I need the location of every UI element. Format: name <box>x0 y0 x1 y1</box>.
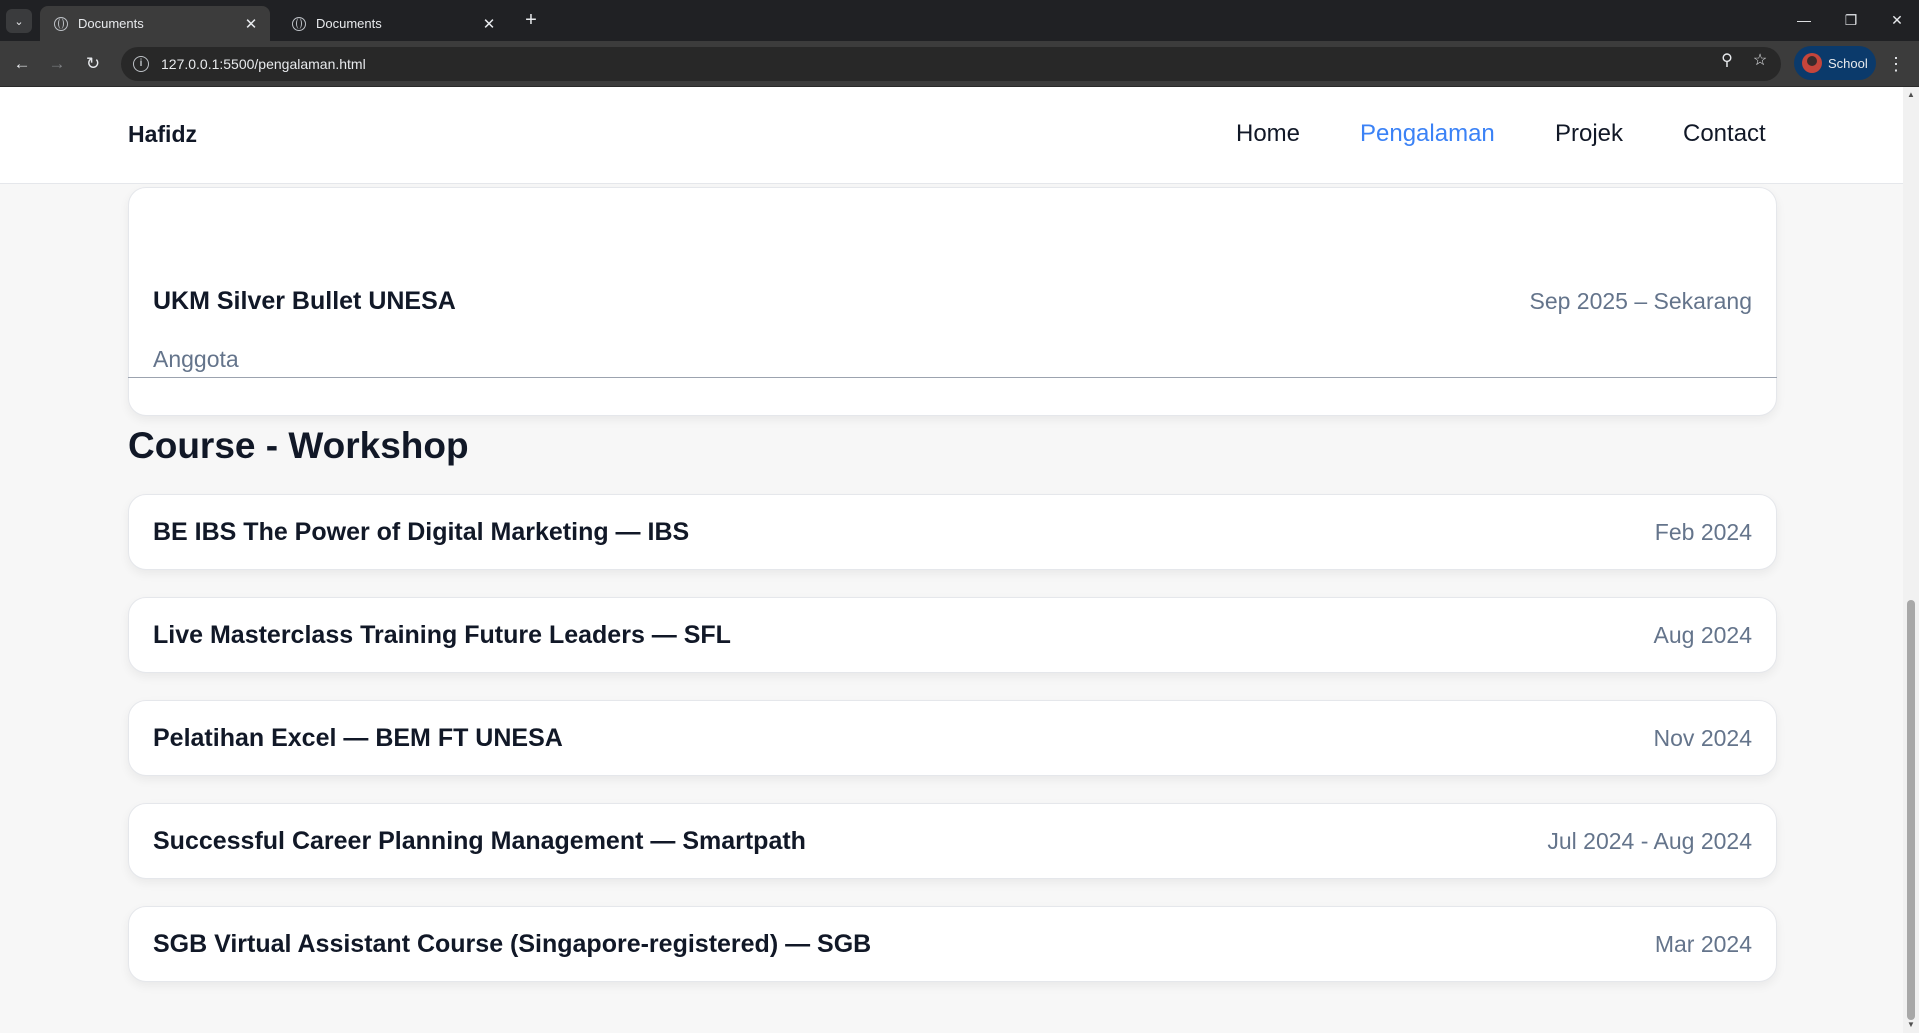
course-card: BE IBS The Power of Digital Marketing — … <box>128 494 1777 570</box>
scroll-down-arrow-icon[interactable]: ▼ <box>1907 1021 1915 1029</box>
close-tab-icon[interactable]: ✕ <box>242 15 260 33</box>
course-date: Mar 2024 <box>1654 931 1752 957</box>
section-title: Course - Workshop <box>128 425 469 466</box>
browser-menu-icon[interactable]: ⋮ <box>1885 51 1907 77</box>
page-viewport: UKM Silver Bullet UNESA Sep 2025 – Sekar… <box>0 87 1903 1033</box>
bookmark-star-icon[interactable]: ☆ <box>1749 50 1771 72</box>
back-arrow-icon[interactable]: ← <box>9 51 35 77</box>
course-date: Aug 2024 <box>1653 622 1752 648</box>
course-date: Jul 2024 - Aug 2024 <box>1547 828 1752 854</box>
forward-arrow-icon[interactable]: → <box>44 51 70 77</box>
course-card: Successful Career Planning Management — … <box>128 803 1777 879</box>
scrollbar-thumb[interactable] <box>1907 600 1915 1020</box>
organization-date: Sep 2025 – Sekarang <box>1529 288 1752 314</box>
course-name: SGB Virtual Assistant Course (Singapore-… <box>153 930 872 958</box>
minimize-icon[interactable]: — <box>1789 8 1819 32</box>
reload-icon[interactable]: ↻ <box>80 51 106 77</box>
avatar <box>1802 53 1822 73</box>
organization-name: UKM Silver Bullet UNESA <box>153 287 456 315</box>
zoom-icon[interactable]: ⚲ <box>1716 50 1738 72</box>
browser-tab-active[interactable]: Documents ✕ <box>40 6 270 41</box>
profile-label: School <box>1828 55 1868 71</box>
close-window-icon[interactable]: ✕ <box>1882 8 1912 32</box>
tab-title: Documents <box>78 16 144 31</box>
browser-tab-strip: ⌄ Documents ✕ Documents ✕ + — ❐ ✕ <box>0 0 1919 41</box>
page-scrollbar[interactable]: ▲ ▼ <box>1903 87 1919 1033</box>
browser-tab[interactable]: Documents ✕ <box>278 6 508 41</box>
close-tab-icon[interactable]: ✕ <box>480 15 498 33</box>
globe-icon <box>292 16 306 31</box>
course-name: BE IBS The Power of Digital Marketing — … <box>153 518 690 546</box>
course-name: Successful Career Planning Management — … <box>153 827 806 855</box>
organization-card: UKM Silver Bullet UNESA Sep 2025 – Sekar… <box>128 187 1777 416</box>
globe-icon <box>54 16 68 31</box>
course-name: Pelatihan Excel — BEM FT UNESA <box>153 724 563 752</box>
site-info-icon[interactable]: i <box>133 56 149 72</box>
tab-title: Documents <box>316 16 382 31</box>
nav-link-contact[interactable]: Contact <box>1683 120 1766 148</box>
course-date: Nov 2024 <box>1653 725 1752 751</box>
course-card: Live Masterclass Training Future Leaders… <box>128 597 1777 673</box>
new-tab-button[interactable]: + <box>519 9 543 33</box>
profile-button[interactable]: School <box>1794 46 1876 80</box>
address-bar[interactable]: i 127.0.0.1:5500/pengalaman.html <box>121 47 1781 81</box>
course-card: SGB Virtual Assistant Course (Singapore-… <box>128 906 1777 982</box>
site-header: Hafidz Home Pengalaman Projek Contact <box>0 87 1903 184</box>
nav-link-projek[interactable]: Projek <box>1555 120 1623 148</box>
section-divider <box>128 377 1777 378</box>
course-date: Feb 2024 <box>1654 519 1752 545</box>
browser-toolbar: ← → ↻ i 127.0.0.1:5500/pengalaman.html ⚲… <box>0 41 1919 87</box>
scroll-up-arrow-icon[interactable]: ▲ <box>1907 91 1915 99</box>
restore-icon[interactable]: ❐ <box>1836 8 1866 32</box>
url-text[interactable]: 127.0.0.1:5500/pengalaman.html <box>161 56 366 72</box>
course-name: Live Masterclass Training Future Leaders… <box>153 621 731 649</box>
organization-role: Anggota <box>153 346 239 372</box>
course-card: Pelatihan Excel — BEM FT UNESA Nov 2024 <box>128 700 1777 776</box>
site-brand[interactable]: Hafidz <box>128 121 197 148</box>
nav-link-pengalaman[interactable]: Pengalaman <box>1360 120 1495 148</box>
nav-link-home[interactable]: Home <box>1236 120 1300 148</box>
tab-search-button[interactable]: ⌄ <box>6 9 32 33</box>
